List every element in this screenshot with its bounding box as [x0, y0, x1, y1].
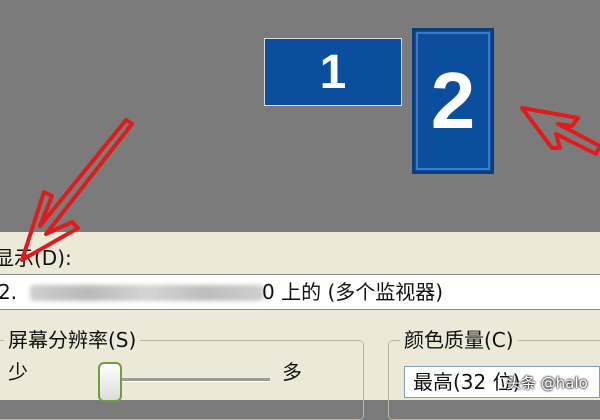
monitor-2-number: 2	[430, 56, 476, 145]
monitor-1-tile[interactable]: 1	[264, 38, 402, 106]
monitor-arrangement-preview: 1 2	[0, 0, 600, 232]
resolution-slider-track[interactable]	[100, 378, 270, 382]
slider-less-label: 少	[8, 360, 28, 384]
monitor-1-number: 1	[319, 45, 347, 99]
display-select[interactable]: 2. 0 上的 (多个监视器)	[0, 274, 600, 310]
resolution-title: 屏幕分辨率(S)	[4, 324, 141, 353]
display-label: 显示(D):	[0, 246, 72, 270]
monitor-2-tile[interactable]: 2	[412, 28, 494, 174]
watermark: 头条 @halo	[506, 374, 588, 392]
color-quality-title: 颜色质量(C)	[400, 324, 518, 353]
slider-more-label: 多	[282, 360, 302, 384]
display-select-number: 2.	[0, 280, 18, 304]
display-select-suffix: 0 上的 (多个监视器)	[262, 280, 444, 304]
blurred-adapter-name	[30, 285, 264, 301]
resolution-slider-thumb[interactable]	[98, 362, 122, 402]
